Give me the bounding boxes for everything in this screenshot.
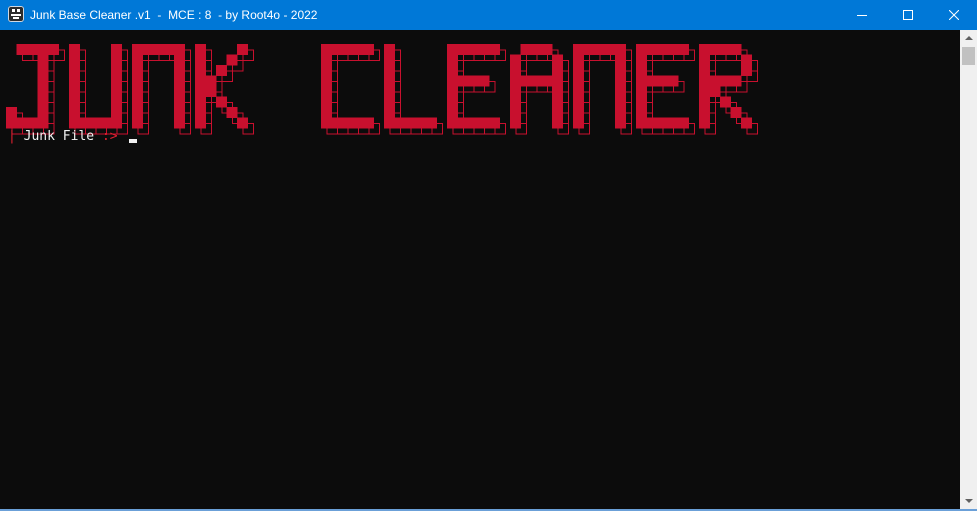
- scroll-down-button[interactable]: [960, 492, 977, 509]
- text-cursor: [129, 139, 137, 143]
- prompt-bar: |: [8, 129, 16, 144]
- title-bar[interactable]: Junk Base Cleaner .v1 - MCE : 8 - by Roo…: [0, 0, 977, 30]
- maximize-icon: [903, 10, 913, 20]
- junk-cleaner-banner: [6, 44, 758, 135]
- minimize-icon: [857, 15, 867, 16]
- vertical-scrollbar[interactable]: [960, 30, 977, 509]
- close-icon: [949, 10, 959, 20]
- window-title: Junk Base Cleaner .v1 - MCE : 8 - by Roo…: [30, 8, 318, 22]
- console-output[interactable]: [0, 30, 960, 509]
- prompt-label: Junk File: [23, 129, 102, 144]
- scroll-thumb[interactable]: [962, 47, 975, 65]
- scroll-up-button[interactable]: [960, 30, 977, 47]
- minimize-button[interactable]: [839, 0, 885, 30]
- prompt-arrow: :>: [101, 129, 118, 144]
- prompt-line: | Junk File :>: [8, 128, 125, 146]
- maximize-button[interactable]: [885, 0, 931, 30]
- close-button[interactable]: [931, 0, 977, 30]
- app-icon[interactable]: [8, 6, 24, 22]
